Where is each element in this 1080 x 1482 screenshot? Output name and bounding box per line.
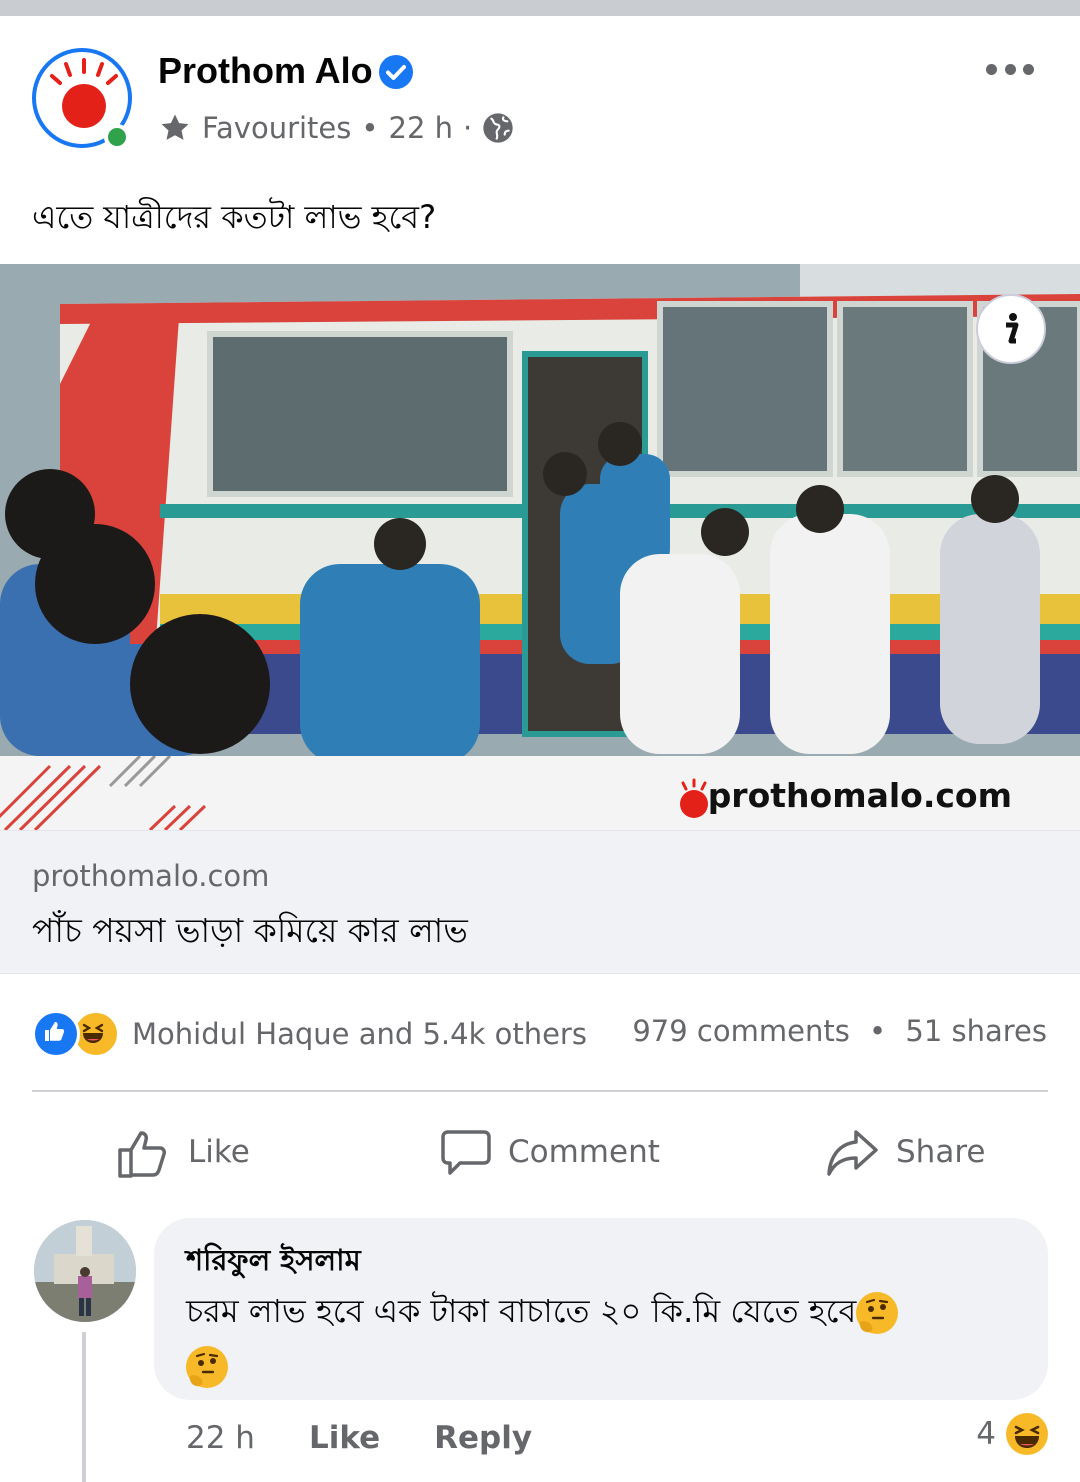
post-text: এতে যাত্রীদের কতটা লাভ হবে?	[32, 198, 437, 236]
post-time[interactable]: 22 h	[389, 111, 454, 145]
comment-reaction-count: 4	[976, 1416, 996, 1452]
reactors-text[interactable]: Mohidul Haque and 5.4k others	[132, 1017, 587, 1051]
comment-author[interactable]: শরিফুল ইসলাম	[186, 1238, 361, 1287]
comment-button[interactable]: Comment	[440, 1116, 660, 1188]
verified-badge-icon	[379, 55, 413, 89]
comment-reply-button[interactable]: Reply	[434, 1420, 532, 1456]
comment-bubble-icon	[441, 1130, 491, 1175]
online-status-dot	[104, 124, 130, 150]
like-reaction-icon	[32, 1010, 80, 1058]
comment-text-body: চরম লাভ হবে এক টাকা বাচাতে ২০ কি.মি যেতে…	[186, 1292, 857, 1330]
page-name[interactable]: Prothom Alo	[158, 50, 373, 92]
meta-separator-2: ·	[463, 111, 473, 145]
link-preview-card[interactable]: prothomalo.com পাঁচ পয়সা ভাড়া কমিয়ে ক…	[0, 830, 1080, 974]
comment-time[interactable]: 22 h	[186, 1420, 255, 1456]
post-image[interactable]	[0, 264, 1080, 756]
commenter-avatar[interactable]	[34, 1220, 136, 1322]
comment-reactions[interactable]: 4	[976, 1412, 1048, 1456]
post-actions: Like Comment Share	[0, 1116, 1080, 1188]
image-banner: prothomalo.com	[0, 756, 1080, 830]
comment-bubble[interactable]: শরিফুল ইসলাম চরম লাভ হবে এক টাকা বাচাতে …	[154, 1218, 1048, 1400]
thinking-face-icon	[856, 1292, 899, 1334]
reactions-summary[interactable]: Mohidul Haque and 5.4k others	[32, 1010, 587, 1058]
actions-divider	[32, 1090, 1048, 1092]
engagement-counts: 979 comments • 51 shares	[632, 1014, 1047, 1048]
counts-separator: •	[869, 1014, 887, 1048]
comment-thread-line	[82, 1332, 86, 1482]
star-icon	[161, 114, 189, 140]
link-title: পাঁচ পয়সা ভাড়া কমিয়ে কার লাভ	[32, 911, 468, 950]
comment-text: চরম লাভ হবে এক টাকা বাচাতে ২০ কি.মি যেতে…	[186, 1284, 1016, 1392]
share-label: Share	[896, 1134, 986, 1170]
share-arrow-icon	[827, 1130, 878, 1176]
globe-icon	[483, 113, 513, 143]
like-button[interactable]: Like	[116, 1116, 250, 1188]
comment-actions: 22 h Like Reply	[186, 1416, 532, 1460]
like-label: Like	[188, 1134, 250, 1170]
share-button[interactable]: Share	[826, 1116, 985, 1188]
bus-photo	[0, 264, 1080, 756]
brand-watermark: prothomalo.com	[707, 776, 1012, 815]
top-divider-bar	[0, 0, 1080, 16]
info-icon[interactable]	[976, 294, 1046, 364]
link-domain: prothomalo.com	[32, 859, 270, 893]
decorative-stripes	[0, 756, 207, 830]
comments-count[interactable]: 979 comments	[632, 1014, 849, 1048]
shares-count[interactable]: 51 shares	[905, 1014, 1047, 1048]
haha-reaction-icon	[1006, 1413, 1048, 1455]
thinking-face-icon	[186, 1346, 228, 1388]
comment-like-button[interactable]: Like	[309, 1420, 380, 1456]
more-options-button[interactable]	[986, 52, 1034, 86]
commenter-photo	[34, 1220, 136, 1322]
thumbs-up-icon	[118, 1131, 166, 1178]
comment-label: Comment	[508, 1134, 660, 1170]
favourites-label[interactable]: Favourites	[202, 111, 351, 145]
post-meta: Favourites • 22 h ·	[158, 108, 514, 148]
meta-separator: •	[361, 111, 379, 145]
